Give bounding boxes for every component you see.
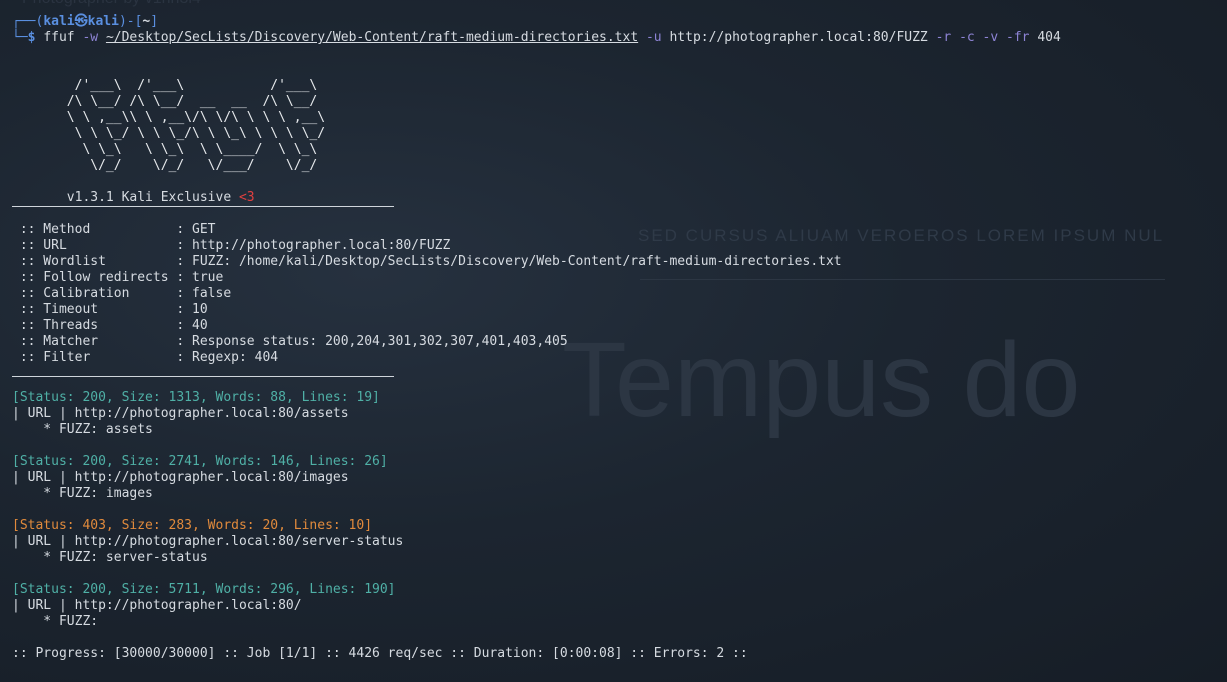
config-row: :: Method : GET xyxy=(12,222,1227,238)
flag-v: -v xyxy=(982,30,999,45)
banner-art-line: \ \ ,__\\ \ ,__\/\ \/\ \ \ \ ,__\ xyxy=(12,110,373,125)
result-fuzz: * FUZZ: assets xyxy=(12,422,153,437)
background-caption: Photographer by v1nn3l4 xyxy=(22,0,201,8)
version-text: v1.3.1 Kali Exclusive xyxy=(12,190,239,205)
config-value: false xyxy=(192,286,232,301)
config-key: :: Calibration : xyxy=(12,286,193,301)
filter-value: 404 xyxy=(1037,30,1061,45)
banner-art-line: /'___\ /'___\ /'___\ xyxy=(12,78,373,93)
config-row: :: URL : http://photographer.local:80/FU… xyxy=(12,238,1227,254)
banner-version: v1.3.1 Kali Exclusive <3 xyxy=(12,190,1227,206)
config-key: :: Matcher : xyxy=(12,334,193,349)
prompt-dollar: $ xyxy=(27,30,36,45)
config-row: :: Follow redirects : true xyxy=(12,270,1227,286)
flag-w: -w xyxy=(82,30,99,45)
config-key: :: Timeout : xyxy=(12,302,193,317)
prompt-corner-top: ┌──( xyxy=(12,14,44,29)
config-key: :: Threads : xyxy=(12,318,193,333)
config-row: :: Matcher : Response status: 200,204,30… xyxy=(12,334,1227,350)
target-url: http://photographer.local:80/FUZZ xyxy=(669,30,928,45)
config-value: Response status: 200,204,301,302,307,401… xyxy=(192,334,568,349)
config-key: :: Filter : xyxy=(12,350,193,365)
config-value: 10 xyxy=(192,302,208,317)
result-url: | URL | http://photographer.local:80/ima… xyxy=(12,470,349,485)
result-status: [Status: 200, Size: 1313, Words: 88, Lin… xyxy=(12,390,380,405)
terminal-output[interactable]: ┌──(kali㉿kali)-[~] └─$ ffuf -w ~/Desktop… xyxy=(12,14,1227,662)
config-key: :: Follow redirects : xyxy=(12,270,193,285)
command-line[interactable]: └─$ ffuf -w ~/Desktop/SecLists/Discovery… xyxy=(12,30,1227,46)
config-row: :: Timeout : 10 xyxy=(12,302,1227,318)
result-url: | URL | http://photographer.local:80/ser… xyxy=(12,534,404,549)
config-key: :: Method : xyxy=(12,222,193,237)
result-status: [Status: 200, Size: 5711, Words: 296, Li… xyxy=(12,582,396,597)
config-value: Regexp: 404 xyxy=(192,350,279,365)
result-status: [Status: 403, Size: 283, Words: 20, Line… xyxy=(12,518,373,533)
result-url: | URL | http://photographer.local:80/ass… xyxy=(12,406,349,421)
flag-c: -c xyxy=(959,30,975,45)
config-key: :: URL : xyxy=(12,238,193,253)
flag-u: -u xyxy=(645,30,662,45)
result-fuzz: * FUZZ: xyxy=(12,614,106,629)
config-row: :: Filter : Regexp: 404 xyxy=(12,350,1227,366)
result-url: | URL | http://photographer.local:80/ xyxy=(12,598,302,613)
banner-art-line: \ \ \_/ \ \ \_/\ \ \_\ \ \ \ \_/ xyxy=(12,126,373,141)
config-value: GET xyxy=(192,222,216,237)
prompt-end: ] xyxy=(150,14,159,29)
divider-top xyxy=(12,206,394,207)
banner-art-line: /\ \__/ /\ \__/ __ __ /\ \__/ xyxy=(12,94,373,109)
heart-text: <3 xyxy=(238,190,255,205)
config-row: :: Wordlist : FUZZ: /home/kali/Desktop/S… xyxy=(12,254,1227,270)
wordlist-path: ~/Desktop/SecLists/Discovery/Web-Content… xyxy=(105,30,639,45)
banner-art-line: \/_/ \/_/ \/___/ \/_/ xyxy=(12,158,373,173)
banner-art-line: \ \_\ \ \_\ \ \____/ \ \_\ xyxy=(12,142,373,157)
flag-fr: -fr xyxy=(1006,30,1030,45)
config-row: :: Threads : 40 xyxy=(12,318,1227,334)
result-fuzz: * FUZZ: images xyxy=(12,486,153,501)
config-row: :: Calibration : false xyxy=(12,286,1227,302)
command-name: ffuf xyxy=(43,30,75,45)
config-value: 40 xyxy=(192,318,208,333)
prompt-user: kali㉿kali xyxy=(43,14,119,29)
config-value: true xyxy=(192,270,224,285)
prompt-line-1: ┌──(kali㉿kali)-[~] xyxy=(12,14,1227,30)
flag-r: -r xyxy=(935,30,952,45)
divider-bottom xyxy=(12,376,394,377)
config-key: :: Wordlist : xyxy=(12,254,193,269)
prompt-corner-bottom: └─ xyxy=(12,30,28,45)
result-status: [Status: 200, Size: 2741, Words: 146, Li… xyxy=(12,454,388,469)
progress-line: :: Progress: [30000/30000] :: Job [1/1] … xyxy=(12,646,748,661)
prompt-separator: )-[ xyxy=(118,14,143,29)
result-fuzz: * FUZZ: server-status xyxy=(12,550,208,565)
config-value: http://photographer.local:80/FUZZ xyxy=(192,238,451,253)
config-value: FUZZ: /home/kali/Desktop/SecLists/Discov… xyxy=(192,254,842,269)
